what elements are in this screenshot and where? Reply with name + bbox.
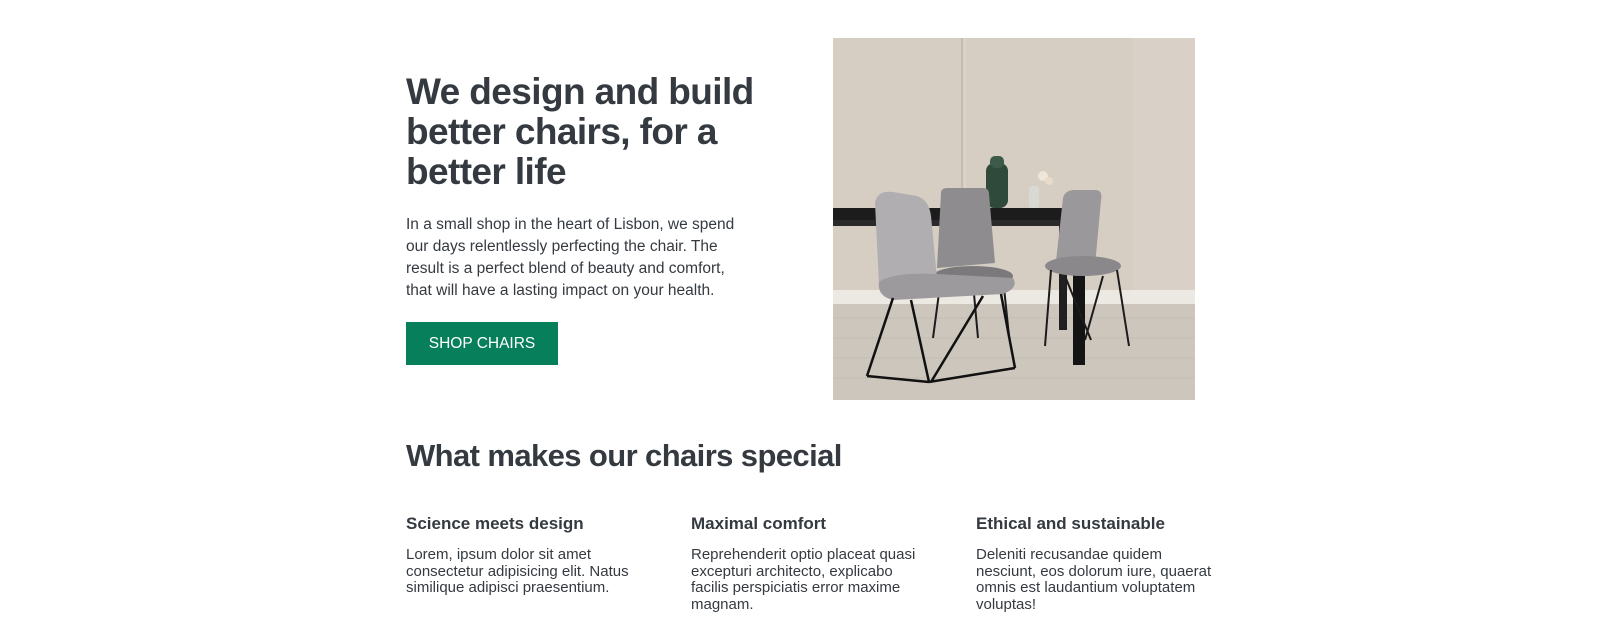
hero-title: We design and build better chairs, for a… — [406, 71, 754, 192]
feature-science-meets-design: Science meets design Lorem, ipsum dolor … — [406, 514, 646, 597]
feature-maximal-comfort: Maximal comfort Reprehenderit optio plac… — [691, 514, 931, 613]
feature-text: Lorem, ipsum dolor sit amet consectetur … — [406, 546, 629, 596]
feature-title: Science meets design — [406, 514, 584, 533]
feature-ethical-and-sustainable: Ethical and sustainable Deleniti recusan… — [976, 514, 1216, 613]
features-title: What makes our chairs special — [406, 438, 842, 473]
hero-description: In a small shop in the heart of Lisbon, … — [406, 216, 735, 299]
hero-image — [833, 38, 1195, 400]
feature-title: Maximal comfort — [691, 514, 827, 533]
feature-text: Deleniti recusandae quidem nesciunt, eos… — [976, 546, 1212, 613]
hero-text: We design and build better chairs, for a… — [406, 72, 766, 365]
feature-text: Reprehenderit optio placeat quasi except… — [691, 546, 916, 613]
feature-title: Ethical and sustainable — [976, 514, 1165, 533]
shop-chairs-button[interactable]: SHOP CHAIRS — [406, 322, 558, 365]
